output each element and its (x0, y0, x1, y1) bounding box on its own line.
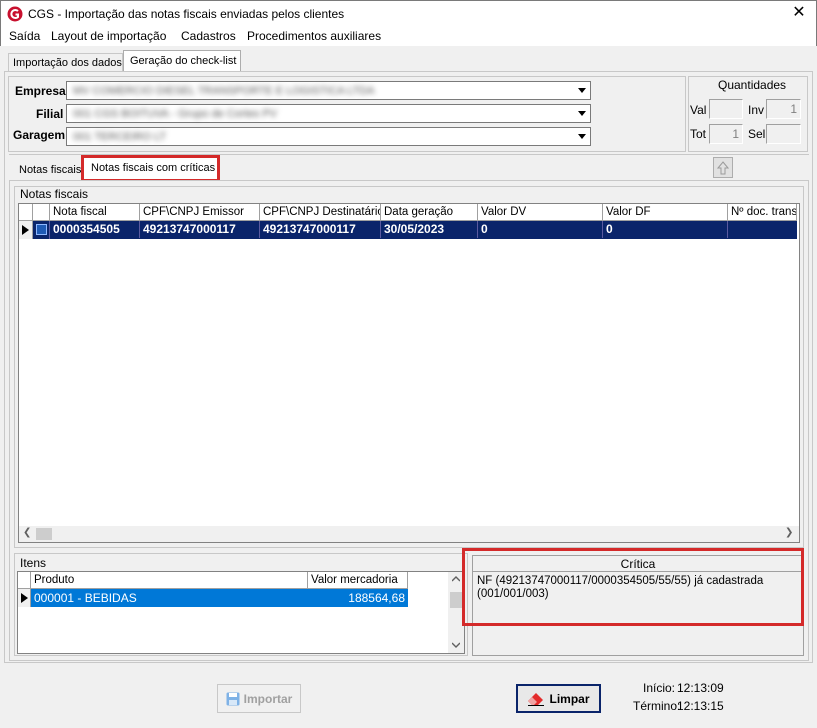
menu-layout-importacao[interactable]: Layout de importação (51, 29, 166, 43)
inv-field: 1 (766, 99, 801, 119)
tab-importacao-label: Importação dos dados (13, 57, 122, 69)
quantidades-title: Quantidades (718, 78, 787, 92)
cell-valor-df: 0 (603, 221, 728, 238)
grid-corner (19, 204, 33, 221)
tot-field: 1 (709, 124, 743, 144)
importar-button[interactable]: Importar (217, 684, 301, 713)
itens-grid[interactable]: Produto Valor mercadoria 000001 - BEBIDA… (17, 571, 465, 654)
col-valor-mercadoria[interactable]: Valor mercadoria (308, 572, 408, 589)
empresa-label: Empresa (15, 84, 66, 98)
importar-label: Importar (243, 691, 293, 706)
col-produto[interactable]: Produto (31, 572, 308, 589)
filial-select[interactable]: 001 CGS BOITUVA - Grupo de Cortes PV (66, 104, 591, 123)
cell-data-geracao: 30/05/2023 (381, 221, 478, 238)
scroll-up-icon[interactable] (452, 576, 460, 582)
garagem-value: 001 TERCEIRO LT (73, 131, 167, 143)
empresa-value: MV COMERCIO DIESEL TRANSPORTE E LOGISTIC… (73, 85, 375, 97)
empresa-select[interactable]: MV COMERCIO DIESEL TRANSPORTE E LOGISTIC… (66, 81, 591, 100)
menu-procedimentos[interactable]: Procedimentos auxiliares (247, 29, 381, 43)
row-pointer-icon (22, 225, 29, 235)
itens-group-title: Itens (20, 556, 47, 570)
inv-label: Inv (748, 103, 765, 117)
row-pointer-icon (21, 593, 28, 603)
highlight-box-tab (81, 155, 220, 182)
garagem-select[interactable]: 001 TERCEIRO LT (66, 127, 591, 146)
notas-group-title: Notas fiscais (20, 187, 89, 201)
cell-cnpj-emissor: 49213747000117 (140, 221, 260, 238)
row-indicator (19, 221, 33, 239)
col-valor-df[interactable]: Valor DF (603, 204, 728, 221)
close-icon[interactable]: ✕ (790, 4, 808, 22)
sel-field (766, 124, 801, 144)
highlight-box-critica (462, 548, 804, 626)
limpar-label: Limpar (549, 691, 590, 706)
scroll-down-icon[interactable] (452, 642, 460, 648)
termino-value: 12:13:15 (677, 699, 724, 713)
menu-bar: Saída Layout de importação Cadastros Pro… (0, 26, 817, 46)
window-title: CGS - Importação das notas fiscais envia… (28, 7, 345, 21)
chevron-down-icon[interactable] (574, 128, 590, 145)
cell-cnpj-destinatario: 49213747000117 (260, 221, 381, 238)
table-row[interactable]: 0000354505 49213747000117 49213747000117… (33, 221, 797, 239)
cell-nota-fiscal: 0000354505 (50, 221, 140, 238)
col-valor-dv[interactable]: Valor DV (478, 204, 603, 221)
eraser-icon (528, 692, 545, 706)
horizontal-scrollbar[interactable]: ❮ ❯ (19, 526, 799, 542)
itens-row-indicator (18, 589, 31, 607)
inicio-label: Início: (643, 681, 676, 695)
cell-valor-mercadoria: 188564,68 (348, 591, 405, 605)
up-arrow-button[interactable] (713, 157, 733, 178)
sel-label: Sel (748, 127, 766, 141)
tot-label: Tot (690, 127, 707, 141)
scroll-right-icon[interactable]: ❯ (785, 527, 793, 538)
app-logo-icon (7, 6, 23, 22)
col-data-geracao[interactable]: Data geração (381, 204, 478, 221)
tab-importacao-dados[interactable]: Importação dos dados (8, 53, 123, 71)
cell-valor-dv: 0 (478, 221, 603, 238)
menu-saida[interactable]: Saída (9, 29, 40, 43)
scroll-thumb[interactable] (36, 528, 52, 540)
val-field (709, 99, 743, 119)
title-bar: CGS - Importação das notas fiscais envia… (0, 0, 817, 26)
inicio-value: 12:13:09 (677, 681, 724, 695)
cell-produto: 000001 - BEBIDAS (34, 591, 137, 605)
grid-check-header (33, 204, 50, 221)
tab-geracao-label: Geração do check-list (130, 55, 237, 67)
col-num-doc-trans[interactable]: Nº doc. trans (728, 204, 797, 221)
arrow-up-icon (717, 160, 729, 174)
filial-value: 001 CGS BOITUVA - Grupo de Cortes PV (73, 108, 277, 120)
col-nota-fiscal[interactable]: Nota fiscal (50, 204, 140, 221)
itens-scroll-thumb[interactable] (450, 592, 462, 608)
termino-label: Término: (633, 699, 681, 713)
chevron-down-icon[interactable] (574, 105, 590, 122)
notas-grid[interactable]: Nota fiscal CPF\CNPJ Emissor CPF\CNPJ De… (18, 203, 800, 543)
filial-label: Filial (36, 107, 64, 121)
tab-geracao-checklist[interactable]: Geração do check-list (123, 50, 241, 72)
scroll-left-icon[interactable]: ❮ (23, 527, 31, 538)
col-cnpj-destinatario[interactable]: CPF\CNPJ Destinatário (260, 204, 381, 221)
itens-grid-corner (18, 572, 31, 589)
row-check-cell[interactable] (33, 221, 50, 239)
garagem-label: Garagem (13, 128, 66, 142)
save-icon (226, 692, 240, 705)
row-checkbox[interactable] (36, 224, 47, 235)
list-item[interactable]: 000001 - BEBIDAS 188564,68 (31, 589, 408, 607)
menu-cadastros[interactable]: Cadastros (181, 29, 236, 43)
tab-notas-fiscais[interactable]: Notas fiscais (19, 164, 81, 176)
limpar-button[interactable]: Limpar (516, 684, 601, 713)
chevron-down-icon[interactable] (574, 82, 590, 99)
col-cnpj-emissor[interactable]: CPF\CNPJ Emissor (140, 204, 260, 221)
val-label: Val (690, 103, 707, 117)
